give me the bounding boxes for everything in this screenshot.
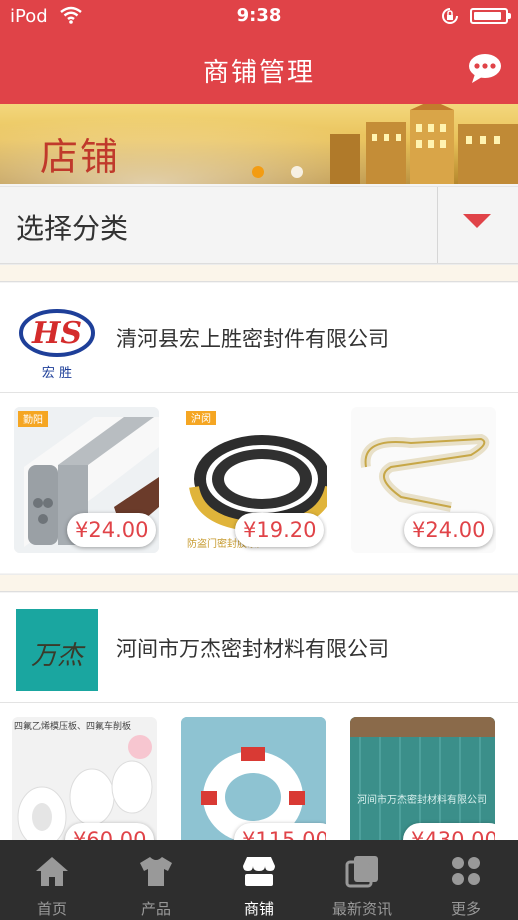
store-icon: [243, 857, 275, 886]
product-list: 勤阳 ¥24.00 沪闵 防盗门密封胶条厂 ¥19.20 ¥24.00: [0, 393, 518, 573]
product-price: ¥60.00: [65, 823, 155, 840]
product-image-ptfe-sheet: 四氟乙烯模压板、四氟车削板: [12, 717, 157, 840]
product-card[interactable]: 勤阳 ¥24.00: [14, 407, 159, 553]
product-card[interactable]: 河间市万杰密封材料有限公司 ¥430.00: [350, 717, 495, 840]
svg-text:沪闵: 沪闵: [191, 412, 211, 425]
tab-label: 最新资讯: [331, 900, 392, 918]
shop-header[interactable]: 万杰 河间市万杰密封材料有限公司: [0, 593, 518, 703]
product-image-mesh-sheet: 河间市万杰密封材料有限公司: [350, 717, 495, 840]
svg-text:宏 胜: 宏 胜: [42, 366, 72, 381]
shop-name[interactable]: 清河县宏上胜密封件有限公司: [116, 323, 389, 353]
svg-text:HS: HS: [31, 316, 82, 351]
battery-icon: [470, 8, 511, 24]
status-bar: iPod 9:38: [0, 0, 518, 34]
shop-logo-wanjie: 万杰: [16, 609, 98, 691]
news-icon: [345, 856, 378, 888]
category-selector[interactable]: 选择分类: [0, 186, 518, 264]
tab-label: 产品: [140, 900, 171, 918]
tab-label: 商铺: [243, 900, 274, 918]
shop-card[interactable]: HS 宏 胜 清河县宏上胜密封件有限公司 勤阳 ¥24.00 沪闵 防盗门密封胶…: [0, 283, 518, 573]
shop-name[interactable]: 河间市万杰密封材料有限公司: [116, 633, 389, 663]
product-price: ¥24.00: [404, 513, 494, 547]
product-price: ¥19.20: [235, 513, 325, 547]
product-price: ¥24.00: [67, 513, 157, 547]
tab-label: 首页: [36, 900, 67, 918]
svg-text:勤阳: 勤阳: [23, 413, 43, 426]
banner-carousel[interactable]: 店铺: [0, 104, 518, 184]
divider: [437, 187, 438, 263]
category-label: 选择分类: [16, 212, 129, 245]
product-list: 四氟乙烯模压板、四氟车削板 ¥60.00 ¥115.00 河间市万杰密封材料有限…: [0, 703, 518, 840]
page-title: 商铺管理: [202, 58, 315, 88]
nav-bar: 商铺管理: [0, 34, 518, 104]
svg-text:四氟乙烯模压板、四氟车削板: 四氟乙烯模压板、四氟车削板: [14, 720, 131, 732]
tab-home[interactable]: 首页: [0, 840, 104, 920]
product-price: ¥115.00: [234, 823, 326, 840]
shop-logo-text: 万杰: [30, 641, 83, 671]
product-price: ¥430.00: [403, 823, 495, 840]
product-card[interactable]: 四氟乙烯模压板、四氟车削板 ¥60.00: [12, 717, 157, 840]
tab-label: 更多: [450, 900, 481, 918]
tab-more[interactable]: 更多: [414, 840, 518, 920]
grid-icon: [452, 857, 480, 885]
tab-products[interactable]: 产品: [104, 840, 208, 920]
section-gap: [0, 264, 518, 282]
shop-header[interactable]: HS 宏 胜 清河县宏上胜密封件有限公司: [0, 283, 518, 393]
product-card[interactable]: ¥24.00: [351, 407, 496, 553]
product-card[interactable]: ¥115.00: [181, 717, 326, 840]
tab-news[interactable]: 最新资讯: [310, 840, 414, 920]
product-image-gasket: [181, 717, 326, 840]
tab-stores[interactable]: 商铺: [207, 840, 311, 920]
carousel-dot-2[interactable]: [291, 166, 303, 178]
product-card[interactable]: 沪闵 防盗门密封胶条厂 ¥19.20: [182, 407, 327, 553]
chat-bubble-icon[interactable]: [467, 52, 503, 84]
banner-buildings-image: [330, 104, 518, 184]
shop-logo-hs: HS 宏 胜: [16, 299, 98, 381]
battery-fill: [474, 12, 501, 20]
tshirt-icon: [140, 857, 172, 886]
triangle-down-icon[interactable]: [463, 214, 491, 228]
shop-card[interactable]: 万杰 河间市万杰密封材料有限公司 四氟乙烯模压板、四氟车削板 ¥60.00 ¥1…: [0, 593, 518, 840]
rotation-lock-icon: [442, 8, 458, 24]
carousel-dot-1[interactable]: [252, 166, 264, 178]
banner-title: 店铺: [40, 135, 121, 179]
tab-bar: 首页 产品 商铺 最新资讯 更多: [0, 840, 518, 920]
section-gap: [0, 574, 518, 592]
svg-text:河间市万杰密封材料有限公司: 河间市万杰密封材料有限公司: [357, 793, 487, 806]
home-icon: [36, 857, 68, 886]
